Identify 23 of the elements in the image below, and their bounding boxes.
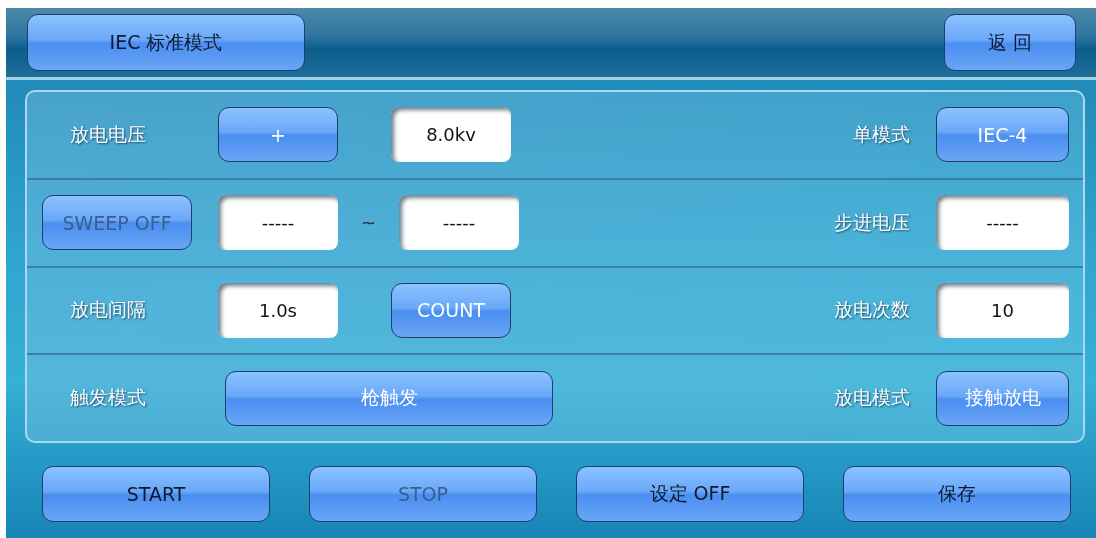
field-label: 放电模式 [834,385,911,411]
input-field[interactable]: ----- [399,195,519,251]
back-button[interactable]: 返 回 [944,14,1076,71]
input-field[interactable]: ----- [936,195,1069,251]
field-label: 触发模式 [69,385,147,411]
button[interactable]: START [42,465,270,522]
button[interactable]: COUNT [391,282,511,338]
input-field[interactable]: 10 [936,282,1069,338]
field-label: 步进电压 [834,209,911,235]
input-field[interactable]: 8.0kv [391,107,511,163]
button[interactable]: 设定 OFF [576,465,804,522]
button[interactable]: + [218,107,338,163]
input-field[interactable]: 1.0s [218,282,338,338]
range-separator: ~ [359,212,378,234]
field-label: 放电次数 [834,297,911,323]
button[interactable]: 接触放电 [936,370,1069,426]
button[interactable]: IEC 标准模式 [27,14,305,71]
button[interactable]: IEC-4 [936,107,1069,163]
field-label: 单模式 [853,121,911,147]
field-label: 放电间隔 [69,297,147,323]
button[interactable]: 保存 [843,465,1071,522]
field-label: 放电电压 [69,121,147,147]
input-field[interactable]: ----- [218,195,338,251]
